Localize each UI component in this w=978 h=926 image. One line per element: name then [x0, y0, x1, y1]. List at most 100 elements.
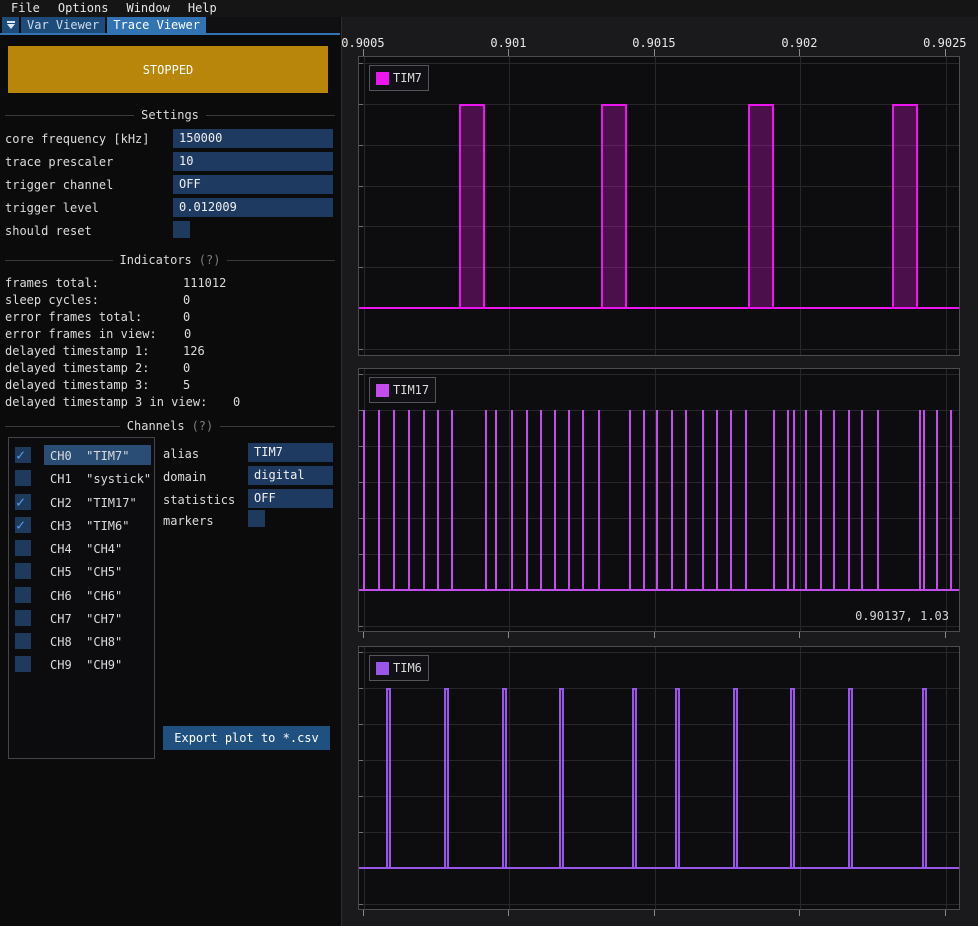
signal-baseline: [359, 307, 960, 309]
gridline-vertical: [946, 57, 947, 356]
signal-pulse: [805, 410, 807, 591]
signal-pulse: [730, 410, 732, 591]
y-axis-tick: [359, 904, 363, 905]
signal-pulse: [848, 410, 850, 591]
legend-tim6[interactable]: TIM6: [369, 655, 429, 681]
plot-tim6[interactable]: TIM6: [358, 646, 960, 910]
channel-item-ch3[interactable]: CH3 "TIM6": [50, 519, 129, 533]
y-axis-tick: [359, 796, 363, 797]
y-axis-tick: [359, 832, 363, 833]
signal-pulse: [733, 688, 738, 869]
signal-pulse: [950, 410, 952, 591]
indicator-value-delayed-timestamp-2: 0: [183, 361, 190, 375]
signal-pulse: [598, 410, 600, 591]
signal-pulse: [601, 104, 627, 309]
y-axis-tick: [359, 652, 363, 653]
y-axis-tick: [359, 760, 363, 761]
signal-pulse: [554, 410, 556, 591]
channel-item-ch5[interactable]: CH5 "CH5": [50, 565, 122, 579]
channel-checkbox-ch9[interactable]: [15, 656, 31, 672]
signal-pulse: [632, 688, 637, 869]
gridline-horizontal: [359, 724, 960, 725]
channel-checkbox-ch7[interactable]: [15, 610, 31, 626]
x-axis-tick: [945, 910, 946, 916]
signal-pulse: [793, 410, 795, 591]
signal-pulse: [848, 688, 853, 869]
channel-checkbox-ch4[interactable]: [15, 540, 31, 556]
gridline-vertical: [655, 57, 656, 356]
signal-pulse: [540, 410, 542, 591]
channel-checkbox-ch2[interactable]: [15, 494, 31, 510]
trace-prescaler-input[interactable]: 10: [173, 152, 333, 171]
trigger-level-input[interactable]: 0.012009: [173, 198, 333, 217]
trigger-channel-input[interactable]: OFF: [173, 175, 333, 194]
signal-pulse: [702, 410, 704, 591]
channel-checkbox-ch0[interactable]: [15, 447, 31, 463]
gridline-horizontal: [359, 410, 960, 411]
y-axis-tick: [359, 374, 363, 375]
channel-item-ch0[interactable]: CH0 "TIM7": [50, 449, 129, 463]
signal-pulse: [922, 688, 927, 869]
gridline-horizontal: [359, 832, 960, 833]
gridline-horizontal: [359, 63, 960, 64]
gridline-vertical: [509, 57, 510, 356]
signal-pulse: [502, 688, 507, 869]
x-axis-tick: [363, 49, 364, 56]
channel-item-ch8[interactable]: CH8 "CH8": [50, 635, 122, 649]
channel-checkbox-ch5[interactable]: [15, 563, 31, 579]
channel-item-ch4[interactable]: CH4 "CH4": [50, 542, 122, 556]
signal-pulse: [716, 410, 718, 591]
channel-checkbox-ch8[interactable]: [15, 633, 31, 649]
signal-pulse: [671, 410, 673, 591]
signal-pulse: [936, 410, 938, 591]
channel-item-ch7[interactable]: CH7 "CH7": [50, 612, 122, 626]
gridline-vertical: [800, 369, 801, 632]
x-axis-tick: [363, 632, 364, 638]
legend-label-tim6: TIM6: [393, 661, 422, 675]
gridline-horizontal: [359, 482, 960, 483]
signal-pulse: [790, 688, 795, 869]
x-axis-tick: [363, 910, 364, 916]
signal-pulse: [423, 410, 425, 591]
channel-item-ch9[interactable]: CH9 "CH9": [50, 658, 122, 672]
core-frequency-khz-input[interactable]: 150000: [173, 129, 333, 148]
signal-pulse: [773, 410, 775, 591]
gridline-vertical: [364, 647, 365, 910]
legend-swatch-tim7: [376, 72, 389, 85]
signal-pulse: [656, 410, 658, 591]
gridline-horizontal: [359, 374, 960, 375]
signal-pulse: [892, 104, 918, 309]
legend-tim17[interactable]: TIM17: [369, 377, 436, 403]
channel-item-ch2[interactable]: CH2 "TIM17": [50, 496, 137, 510]
gridline-vertical: [655, 647, 656, 910]
signal-pulse: [582, 410, 584, 591]
indicator-value-delayed-timestamp-1: 126: [183, 344, 205, 358]
signal-pulse: [485, 410, 487, 591]
y-axis-tick: [359, 349, 363, 350]
gridline-horizontal: [359, 904, 960, 905]
trace-prescaler-label: trace prescaler: [5, 155, 113, 169]
signal-pulse: [393, 410, 395, 591]
indicator-label-frames-total: frames total:: [5, 276, 99, 290]
x-axis-tick: [508, 49, 509, 56]
gridline-horizontal: [359, 760, 960, 761]
channel-item-ch1[interactable]: CH1 "systick": [50, 472, 151, 486]
legend-tim7[interactable]: TIM7: [369, 65, 429, 91]
indicator-label-delayed-timestamp-1: delayed timestamp 1:: [5, 344, 150, 358]
channel-checkbox-ch1[interactable]: [15, 470, 31, 486]
indicator-value-delayed-timestamp-3-in-view: 0: [233, 395, 240, 409]
signal-pulse: [787, 410, 789, 591]
legend-swatch-tim17: [376, 384, 389, 397]
x-axis-tick: [654, 49, 655, 56]
x-axis-tick: [945, 49, 946, 56]
plot-tim17[interactable]: TIM170.90137, 1.03: [358, 368, 960, 632]
indicator-label-error-frames-in-view: error frames in view:: [5, 327, 157, 341]
channel-checkbox-ch6[interactable]: [15, 587, 31, 603]
channel-item-ch6[interactable]: CH6 "CH6": [50, 589, 122, 603]
y-axis-tick: [359, 226, 363, 227]
app-window: FileOptionsWindowHelp Var ViewerTrace Vi…: [0, 0, 978, 926]
signal-pulse: [386, 688, 391, 869]
channel-checkbox-ch3[interactable]: [15, 517, 31, 533]
signal-pulse: [685, 410, 687, 591]
plot-tim7[interactable]: TIM7: [358, 56, 960, 356]
